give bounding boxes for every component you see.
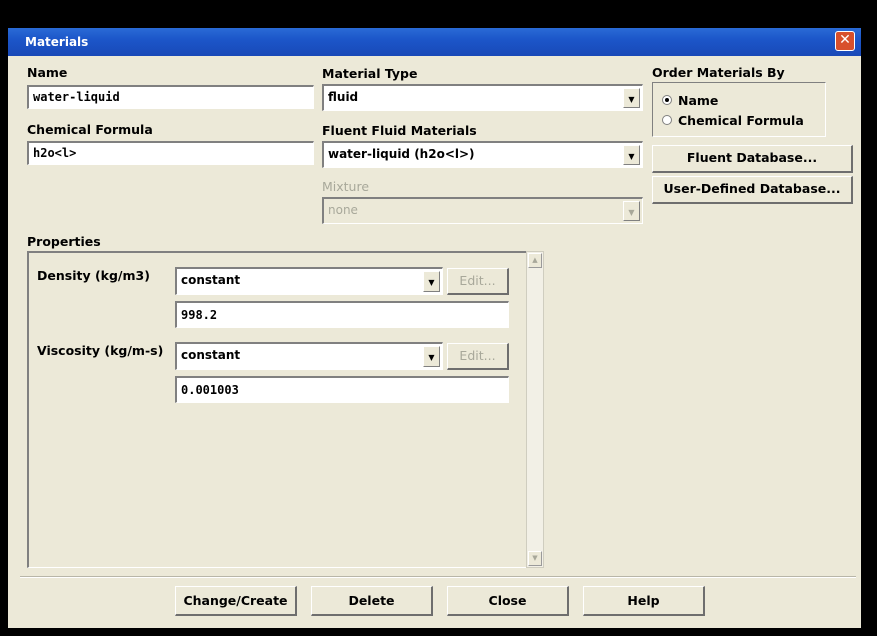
radio-order-by-name[interactable]: Name [662, 93, 718, 108]
order-materials-by-label: Order Materials By [652, 65, 785, 80]
viscosity-method-dropdown[interactable]: constant ▼ [175, 342, 443, 370]
mixture-value: none [328, 203, 358, 217]
radio-icon[interactable] [662, 115, 672, 125]
density-value-input[interactable]: 998.2 [175, 301, 509, 328]
dropdown-arrow-icon[interactable]: ▼ [423, 346, 440, 367]
user-defined-database-button[interactable]: User-Defined Database... [652, 176, 853, 204]
fluent-fluid-materials-dropdown[interactable]: water-liquid (h2o<l>) ▼ [322, 141, 643, 168]
help-button[interactable]: Help [583, 586, 705, 616]
chemical-formula-input[interactable]: h2o<l> [27, 141, 314, 165]
delete-button[interactable]: Delete [311, 586, 433, 616]
scroll-down-icon[interactable]: ▼ [528, 551, 542, 566]
fluent-fluid-materials-value: water-liquid (h2o<l>) [328, 147, 475, 161]
radio-order-by-chemical-formula[interactable]: Chemical Formula [662, 113, 804, 128]
close-button[interactable]: Close [447, 586, 569, 616]
density-method-value: constant [181, 273, 241, 287]
name-label: Name [27, 65, 68, 80]
scroll-up-icon[interactable]: ▲ [528, 253, 542, 268]
density-method-dropdown[interactable]: constant ▼ [175, 267, 443, 295]
window-title: Materials [25, 35, 89, 49]
change-create-button[interactable]: Change/Create [175, 586, 297, 616]
radio-chemical-formula-label: Chemical Formula [678, 113, 804, 128]
viscosity-label: Viscosity (kg/m-s) [37, 343, 164, 358]
radio-name-label: Name [678, 93, 719, 108]
close-icon[interactable]: ✕ [835, 31, 855, 51]
footer-divider [20, 576, 856, 578]
dropdown-arrow-icon[interactable]: ▼ [423, 271, 440, 292]
viscosity-method-value: constant [181, 348, 241, 362]
dropdown-arrow-icon: ▼ [623, 201, 640, 221]
fluent-database-button[interactable]: Fluent Database... [652, 145, 853, 173]
material-type-label: Material Type [322, 66, 418, 81]
dropdown-arrow-icon[interactable]: ▼ [623, 145, 640, 165]
dropdown-arrow-icon[interactable]: ▼ [623, 88, 640, 108]
mixture-dropdown: none ▼ [322, 197, 643, 224]
properties-scrollbar[interactable]: ▲ ▼ [526, 251, 544, 568]
density-edit-button: Edit... [447, 268, 509, 295]
chemical-formula-label: Chemical Formula [27, 122, 153, 137]
viscosity-value-input[interactable]: 0.001003 [175, 376, 509, 403]
material-type-dropdown[interactable]: fluid ▼ [322, 84, 643, 111]
name-input[interactable]: water-liquid [27, 85, 314, 109]
title-bar[interactable]: Materials ✕ [8, 28, 861, 56]
density-label: Density (kg/m3) [37, 268, 150, 283]
properties-label: Properties [27, 234, 101, 249]
material-type-value: fluid [328, 90, 359, 104]
fluent-fluid-materials-label: Fluent Fluid Materials [322, 123, 477, 138]
mixture-label: Mixture [322, 179, 370, 194]
properties-panel [27, 251, 527, 568]
viscosity-edit-button: Edit... [447, 343, 509, 370]
radio-icon[interactable] [662, 95, 672, 105]
order-by-group [652, 82, 826, 137]
